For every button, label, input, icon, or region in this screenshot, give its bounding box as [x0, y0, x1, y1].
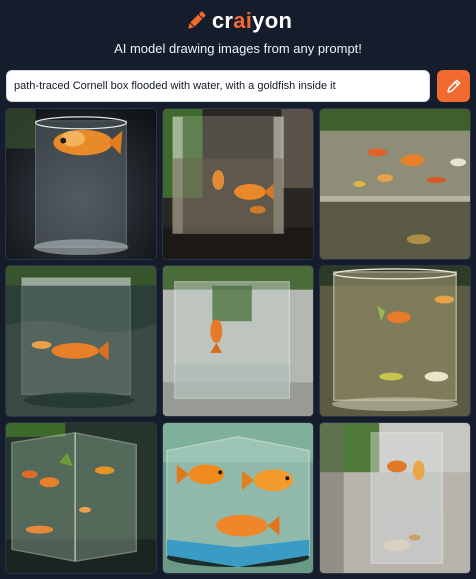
generated-image [320, 266, 470, 416]
result-image-3[interactable] [319, 108, 471, 260]
generated-image [6, 109, 156, 259]
generated-image [163, 266, 313, 416]
result-image-7[interactable] [5, 422, 157, 574]
pencil-icon [446, 79, 460, 93]
prompt-input[interactable] [14, 80, 429, 92]
result-image-6[interactable] [319, 265, 471, 417]
brand-name-accent: ai [233, 8, 253, 33]
result-image-5[interactable] [162, 265, 314, 417]
brand-name: craiyon [212, 8, 292, 34]
generated-image [320, 423, 470, 573]
logo[interactable]: craiyon [0, 8, 476, 34]
result-image-4[interactable] [5, 265, 157, 417]
draw-button[interactable] [437, 70, 470, 102]
crayon-pencil-icon [188, 11, 206, 29]
result-image-9[interactable] [319, 422, 471, 574]
tagline: AI model drawing images from any prompt! [114, 41, 362, 56]
generated-image [320, 109, 470, 259]
result-image-8[interactable] [162, 422, 314, 574]
generated-image [6, 266, 156, 416]
result-image-1[interactable] [5, 108, 157, 260]
brand-name-prefix: cr [211, 8, 234, 33]
result-image-2[interactable] [162, 108, 314, 260]
generated-image [163, 109, 313, 259]
brand-name-suffix: yon [252, 8, 293, 33]
results-grid [5, 108, 471, 574]
prompt-bar[interactable] [6, 70, 430, 102]
generated-image [6, 423, 156, 573]
generated-image [163, 423, 313, 573]
